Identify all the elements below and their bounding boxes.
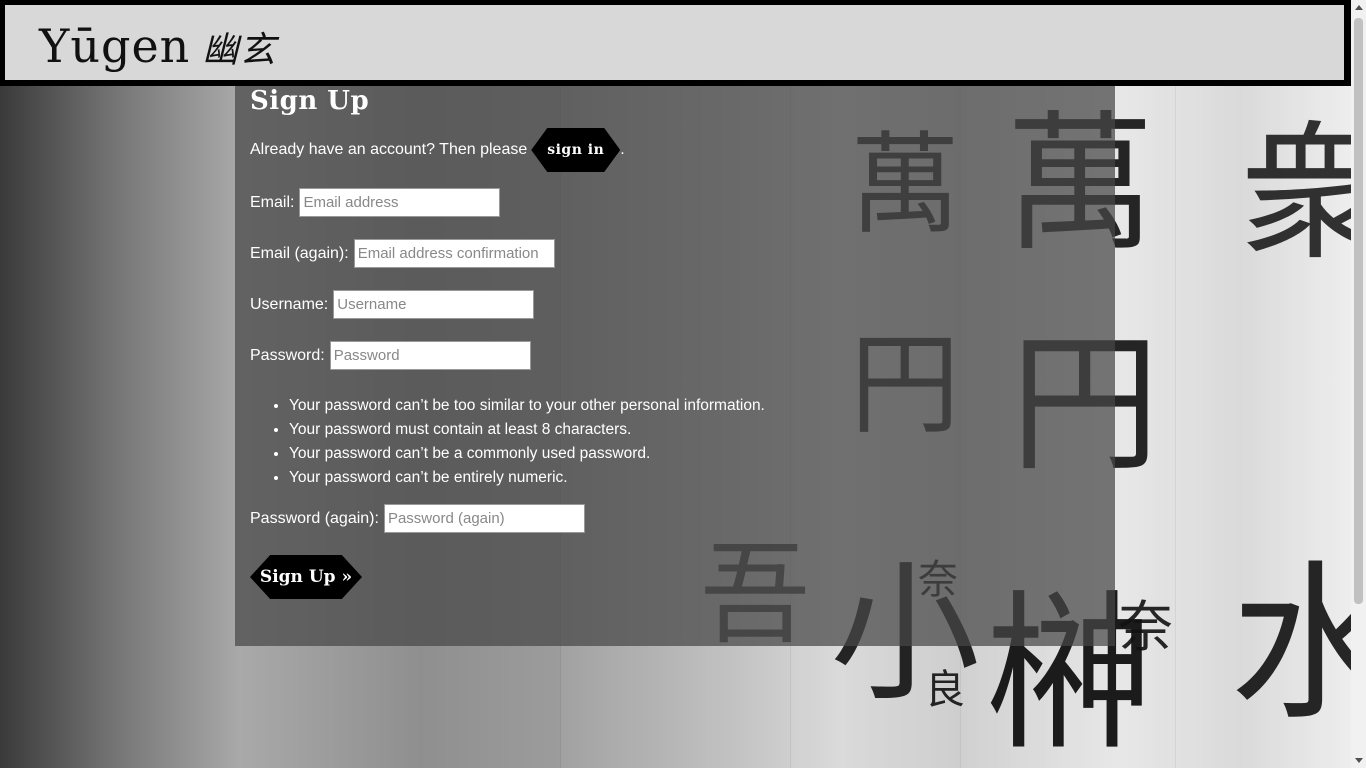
- site-header: Yūgen 幽玄: [0, 0, 1351, 86]
- password-confirm-field[interactable]: [383, 504, 585, 533]
- scrollbar-thumb[interactable]: [1354, 18, 1363, 604]
- list-item: Your password can’t be too similar to yo…: [289, 394, 765, 418]
- password-confirm-label: Password (again):: [250, 509, 379, 527]
- signup-panel: Sign Up Already have an account? Then pl…: [235, 86, 1115, 646]
- scroll-down-icon[interactable]: [1355, 758, 1363, 763]
- list-item: Your password can’t be entirely numeric.: [289, 466, 765, 490]
- header-bar: Yūgen 幽玄: [5, 5, 1344, 80]
- sign-in-button[interactable]: sign in: [531, 128, 621, 172]
- password-label: Password:: [250, 346, 325, 364]
- email-row: Email:: [250, 188, 501, 217]
- email-label: Email:: [250, 193, 295, 211]
- site-logo[interactable]: Yūgen 幽玄: [39, 19, 276, 73]
- email-confirm-label: Email (again):: [250, 244, 349, 262]
- sign-up-button[interactable]: Sign Up »: [250, 555, 362, 599]
- brand-kanji: 幽玄: [202, 30, 277, 71]
- signin-suffix: .: [620, 141, 625, 158]
- page-scrollbar[interactable]: [1351, 0, 1366, 768]
- username-field[interactable]: [333, 290, 535, 319]
- email-confirm-row: Email (again):: [250, 239, 555, 268]
- signin-prompt-row: Already have an account? Then please sig…: [250, 128, 625, 172]
- password-field[interactable]: [329, 341, 531, 370]
- username-row: Username:: [250, 290, 535, 319]
- brand-name: Yūgen: [39, 19, 191, 73]
- email-confirm-field[interactable]: [353, 239, 555, 268]
- bg-kanji: 衆: [1240, 108, 1351, 282]
- password-confirm-row: Password (again):: [250, 504, 585, 533]
- password-row: Password:: [250, 341, 531, 370]
- scroll-up-icon[interactable]: [1355, 5, 1363, 10]
- list-item: Your password can’t be a commonly used p…: [289, 442, 765, 466]
- page-title: Sign Up: [250, 86, 370, 116]
- password-rules-list: Your password can’t be too similar to yo…: [249, 394, 765, 490]
- username-label: Username:: [250, 295, 329, 313]
- email-field[interactable]: [299, 188, 501, 217]
- list-item: Your password must contain at least 8 ch…: [289, 418, 765, 442]
- bg-kanji: 水: [1230, 546, 1351, 744]
- bg-kanji: 良: [925, 667, 965, 713]
- signin-prompt: Already have an account? Then please: [250, 141, 528, 158]
